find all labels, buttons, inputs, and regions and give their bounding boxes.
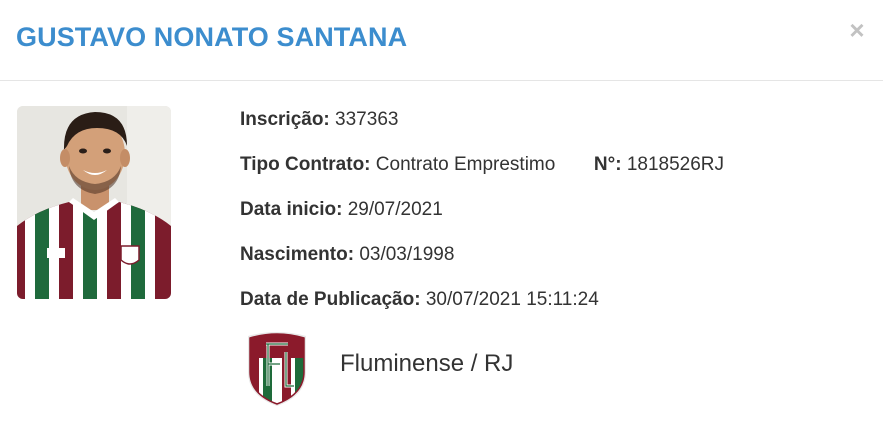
tipo-contrato-row: Tipo Contrato: Contrato Emprestimo N°: 1…	[240, 153, 724, 198]
numero-label: N°:	[593, 154, 622, 175]
inscricao-row: Inscrição: 337363	[240, 108, 724, 153]
nascimento-value: 03/03/1998	[359, 244, 455, 265]
inscricao-value: 337363	[335, 109, 399, 130]
close-icon[interactable]: ×	[847, 17, 867, 43]
club-name: Fluminense / RJ	[340, 350, 514, 377]
modal-header: GUSTAVO NONATO SANTANA ×	[0, 0, 883, 81]
data-publicacao-row: Data de Publicação: 30/07/2021 15:11:24	[240, 288, 724, 333]
tipo-contrato-value: Contrato Emprestimo	[375, 154, 556, 175]
data-publicacao-value: 30/07/2021 15:11:24	[425, 289, 599, 310]
player-photo	[17, 106, 171, 299]
player-photo-image	[17, 106, 171, 299]
data-inicio-row: Data inicio: 29/07/2021	[240, 198, 724, 243]
numero-value: 1818526RJ	[626, 154, 725, 175]
player-modal: GUSTAVO NONATO SANTANA × Inscrição: 3373…	[0, 0, 883, 446]
player-details: Inscrição: 337363 Tipo Contrato: Contrat…	[240, 108, 724, 333]
data-inicio-label: Data inicio:	[240, 199, 343, 220]
inscricao-label: Inscrição:	[240, 109, 330, 130]
fluminense-crest-icon	[244, 330, 310, 406]
tipo-contrato-label: Tipo Contrato:	[240, 154, 371, 175]
player-name-title: GUSTAVO NONATO SANTANA	[16, 22, 408, 52]
data-publicacao-label: Data de Publicação:	[240, 289, 421, 310]
nascimento-label: Nascimento:	[240, 244, 355, 265]
data-inicio-value: 29/07/2021	[347, 199, 443, 220]
nascimento-row: Nascimento: 03/03/1998	[240, 243, 724, 288]
